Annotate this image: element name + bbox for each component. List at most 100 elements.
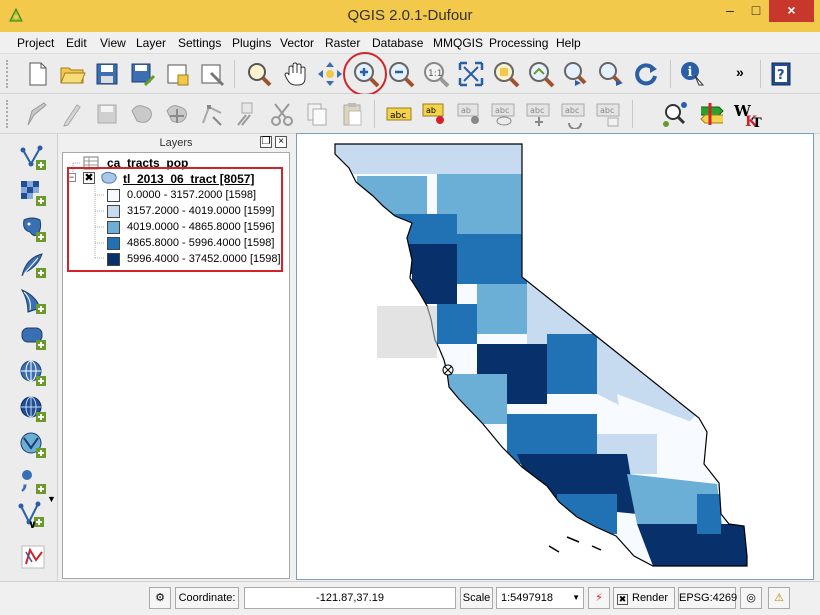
refresh-icon[interactable]: [631, 59, 661, 89]
zoom-in-icon[interactable]: [351, 59, 381, 89]
menu-raster[interactable]: Raster: [325, 36, 360, 50]
legend-label: 4019.0000 - 4865.8000 [1596]: [127, 221, 275, 233]
identify-features-icon[interactable]: i: [678, 59, 708, 89]
menu-processing[interactable]: Processing: [489, 36, 548, 50]
geometry-tools-icon[interactable]: [697, 99, 727, 129]
close-button[interactable]: ×: [769, 0, 814, 22]
window-title: QGIS 2.0.1-Dufour: [347, 7, 473, 24]
cut-features-icon[interactable]: [267, 99, 297, 129]
zoom-full-icon[interactable]: [456, 59, 486, 89]
svg-text:ab: ab: [426, 106, 436, 115]
zoom-next-icon[interactable]: [596, 59, 626, 89]
layer-visibility-checkbox[interactable]: ✖: [83, 172, 95, 184]
menu-help[interactable]: Help: [556, 36, 581, 50]
toolbar-separator: [234, 60, 235, 88]
zoom-to-layer-icon[interactable]: [526, 59, 556, 89]
status-bar: ⚙ Coordinate: -121.87,37.19 Scale 1:5497…: [0, 581, 820, 615]
svg-text:1:1: 1:1: [428, 69, 442, 79]
sidebar-overflow-icon[interactable]: ∨: [28, 518, 37, 531]
copy-features-icon[interactable]: [302, 99, 332, 129]
save-project-icon[interactable]: [92, 59, 122, 89]
menu-database[interactable]: Database: [372, 36, 423, 50]
spatial-query-icon[interactable]: [660, 99, 690, 129]
chevron-down-icon: ▼: [572, 593, 580, 602]
gps-trace-icon[interactable]: [18, 542, 48, 572]
add-delimited-text-layer-icon[interactable]: ,: [18, 466, 48, 496]
warning-icon[interactable]: ⚠: [768, 587, 790, 609]
menu-mmqgis[interactable]: MMQGIS: [433, 36, 483, 50]
coordinate-field[interactable]: -121.87,37.19: [244, 587, 456, 609]
add-oracle-layer-icon[interactable]: [18, 322, 48, 352]
zoom-last-icon[interactable]: [561, 59, 591, 89]
move-label-icon[interactable]: abc: [524, 99, 554, 129]
float-panel-button[interactable]: ❐: [260, 136, 272, 148]
highlight-pinned-icon[interactable]: ab: [454, 99, 484, 129]
add-wcs-layer-icon[interactable]: [18, 394, 48, 424]
maximize-button[interactable]: □: [743, 0, 769, 22]
rotate-label-icon[interactable]: abc: [559, 99, 589, 130]
toggle-editing-icon[interactable]: [57, 99, 87, 129]
save-edits-icon[interactable]: [92, 99, 122, 129]
legend-swatch: [107, 221, 120, 234]
toolbar-grip[interactable]: [6, 100, 10, 128]
menu-plugins[interactable]: Plugins: [232, 36, 271, 50]
svg-text:abc: abc: [390, 111, 406, 121]
layer-labeling-options-icon[interactable]: abc: [384, 99, 414, 129]
add-vector-layer-icon[interactable]: [18, 142, 48, 172]
map-canvas[interactable]: [296, 133, 814, 580]
new-project-icon[interactable]: [22, 59, 52, 89]
add-mssql-layer-icon[interactable]: [18, 286, 48, 316]
new-print-composer-icon[interactable]: [162, 59, 192, 89]
svg-text:abc: abc: [495, 106, 509, 115]
wkt-tool-icon[interactable]: WKT: [732, 99, 762, 131]
legend-swatch: [107, 189, 120, 202]
menu-vector[interactable]: Vector: [280, 36, 314, 50]
menu-layer[interactable]: Layer: [136, 36, 166, 50]
current-edits-icon[interactable]: [22, 99, 52, 129]
crs-globe-icon[interactable]: ◎: [740, 587, 762, 609]
minimize-button[interactable]: –: [717, 0, 743, 22]
toolbar-grip[interactable]: [6, 60, 10, 88]
legend-label: 4865.8000 - 5996.4000 [1598]: [127, 237, 275, 249]
menu-edit[interactable]: Edit: [66, 36, 87, 50]
pin-labels-icon[interactable]: ab: [419, 99, 449, 129]
pan-to-selection-icon[interactable]: [244, 59, 274, 89]
show-hide-labels-icon[interactable]: abc: [489, 99, 519, 129]
toolbar-separator: [374, 100, 375, 128]
crs-status-button[interactable]: EPSG:4269: [678, 587, 737, 609]
legend-label: 0.0000 - 3157.2000 [1598]: [127, 189, 257, 201]
save-as-icon[interactable]: [127, 59, 157, 89]
toggle-extents-icon[interactable]: ⚙: [149, 587, 171, 609]
scale-combobox[interactable]: 1:5497918 ▼: [496, 587, 584, 609]
menu-project[interactable]: Project: [17, 36, 54, 50]
add-wms-layer-icon[interactable]: [18, 358, 48, 388]
add-raster-layer-icon[interactable]: [18, 178, 48, 208]
open-project-icon[interactable]: [57, 59, 87, 89]
stop-rendering-icon[interactable]: ⚡: [588, 587, 610, 609]
add-feature-icon[interactable]: [127, 99, 157, 129]
pan-map-arrows-icon[interactable]: [315, 59, 345, 89]
zoom-actual-size-icon[interactable]: 1:1: [421, 59, 451, 89]
menu-view[interactable]: View: [100, 36, 126, 50]
move-feature-icon[interactable]: [162, 99, 192, 129]
zoom-to-selection-icon[interactable]: [491, 59, 521, 89]
render-checkbox[interactable]: ✖ Render: [613, 587, 675, 609]
node-tool-icon[interactable]: [197, 99, 227, 129]
paste-features-icon[interactable]: [337, 99, 367, 129]
pan-hand-icon[interactable]: [280, 59, 310, 89]
coordinate-label: Coordinate:: [175, 587, 239, 609]
change-label-icon[interactable]: abc: [594, 99, 624, 129]
map-navigation-toolbar: 1:1 i » ?: [0, 54, 820, 94]
help-contents-icon[interactable]: ?: [766, 59, 796, 89]
close-panel-button[interactable]: ×: [275, 136, 287, 148]
add-wfs-layer-icon[interactable]: [18, 430, 48, 460]
delete-selected-icon[interactable]: [232, 99, 262, 129]
menu-settings[interactable]: Settings: [178, 36, 221, 50]
collapse-toggle-icon[interactable]: −: [67, 173, 76, 182]
add-postgis-layer-icon[interactable]: [18, 214, 48, 244]
dropdown-arrow-icon[interactable]: ▼: [47, 494, 56, 504]
add-spatialite-layer-icon[interactable]: [18, 250, 48, 280]
zoom-out-icon[interactable]: [386, 59, 416, 89]
toolbar-overflow-button[interactable]: »: [736, 64, 744, 80]
composer-manager-icon[interactable]: [197, 59, 227, 89]
